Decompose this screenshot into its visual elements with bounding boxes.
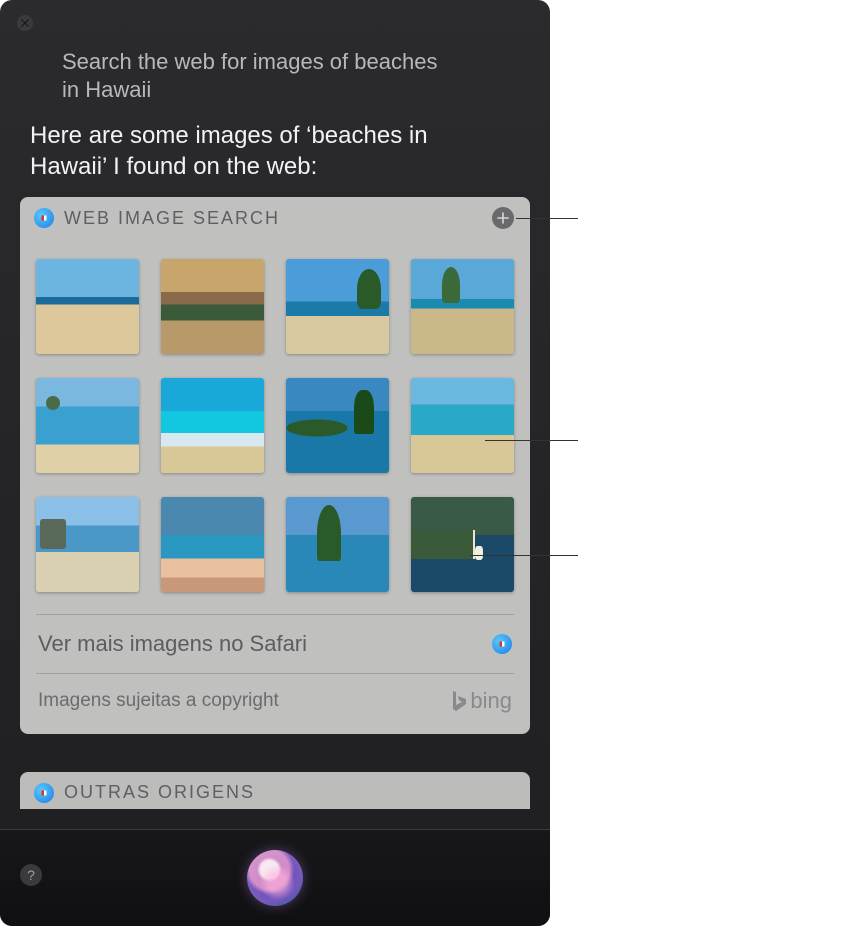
card-title: OUTRAS ORIGENS — [64, 782, 514, 803]
siri-activation-button[interactable] — [247, 850, 303, 906]
close-icon — [21, 19, 29, 27]
web-image-search-card: WEB IMAGE SEARCH Ver mais imagens no Sa — [20, 197, 530, 734]
help-button[interactable]: ? — [20, 864, 42, 886]
bing-icon — [450, 690, 468, 712]
image-result-thumbnail[interactable] — [36, 497, 139, 592]
image-results-grid — [20, 235, 530, 614]
card-header: OUTRAS ORIGENS — [20, 772, 530, 809]
image-result-thumbnail[interactable] — [411, 497, 514, 592]
siri-response-text: Here are some images of ‘beaches in Hawa… — [30, 120, 460, 182]
user-query-text: Search the web for images of beaches in … — [62, 48, 460, 104]
image-result-thumbnail[interactable] — [411, 378, 514, 473]
image-result-thumbnail[interactable] — [36, 259, 139, 354]
siri-footer-bar: ? — [0, 829, 550, 926]
image-result-thumbnail[interactable] — [286, 378, 389, 473]
image-result-thumbnail[interactable] — [161, 378, 264, 473]
card-header: WEB IMAGE SEARCH — [20, 197, 530, 235]
image-result-thumbnail[interactable] — [286, 497, 389, 592]
bing-text: bing — [470, 688, 512, 714]
image-result-thumbnail[interactable] — [161, 497, 264, 592]
image-result-thumbnail[interactable] — [286, 259, 389, 354]
callout-line — [470, 555, 578, 556]
close-button[interactable] — [17, 15, 33, 31]
other-sources-card: OUTRAS ORIGENS — [20, 772, 530, 809]
safari-icon — [34, 783, 54, 803]
card-title: WEB IMAGE SEARCH — [64, 208, 482, 229]
see-more-label: Ver mais imagens no Safari — [38, 631, 307, 657]
image-result-thumbnail[interactable] — [161, 259, 264, 354]
callout-line — [485, 440, 578, 441]
card-footer: Imagens sujeitas a copyright bing — [20, 674, 530, 734]
safari-icon — [492, 634, 512, 654]
siri-window: Search the web for images of beaches in … — [0, 0, 550, 926]
image-result-thumbnail[interactable] — [411, 259, 514, 354]
add-to-pinned-button[interactable] — [492, 207, 514, 229]
image-result-thumbnail[interactable] — [36, 378, 139, 473]
copyright-notice: Imagens sujeitas a copyright — [38, 690, 279, 712]
callout-line — [516, 218, 578, 219]
bing-provider-label: bing — [450, 688, 512, 714]
plus-icon — [497, 212, 509, 224]
help-icon: ? — [27, 867, 35, 883]
see-more-in-safari-link[interactable]: Ver mais imagens no Safari — [20, 615, 530, 673]
safari-icon — [34, 208, 54, 228]
